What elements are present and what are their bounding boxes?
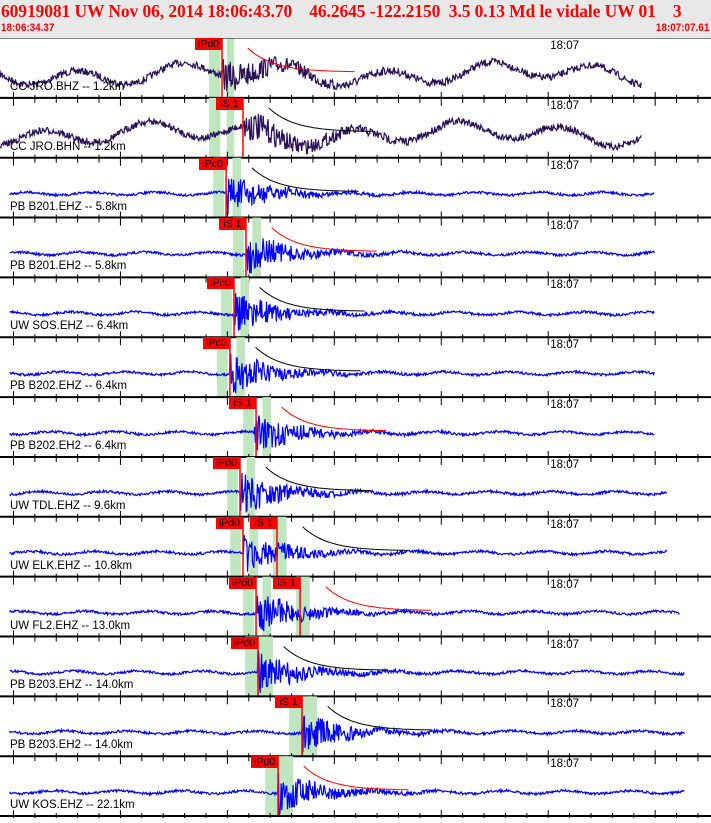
minute-marker: 18:07	[550, 638, 579, 651]
coda-curve	[271, 227, 377, 252]
pick-flag[interactable]: iS 1	[275, 696, 303, 709]
minute-marker: 18:07	[550, 399, 579, 412]
pick-flag[interactable]: iS 1	[229, 397, 257, 410]
station-label: PB B202.EH2 -- 6.4km	[10, 439, 127, 452]
station-label: UW KOS.EHZ -- 22.1km	[10, 799, 135, 812]
station-label: UW TDL.EHZ -- 9.6km	[10, 499, 126, 512]
pick-flag[interactable]: iPd0	[230, 636, 258, 649]
minute-marker: 18:07	[550, 99, 579, 112]
station-label: PB B201.EHZ -- 5.8km	[10, 200, 127, 213]
minute-marker: 18:07	[550, 518, 579, 531]
minute-marker: 18:07	[550, 40, 579, 52]
pick-flag[interactable]: iPd0	[212, 456, 240, 469]
minute-marker: 18:07	[550, 339, 579, 352]
pick-flag[interactable]: iPc0	[202, 337, 230, 350]
event-title: 60919081 UW Nov 06, 2014 18:06:43.70 46.…	[1, 1, 682, 21]
seismogram-panel[interactable]: iPd0 18:07 CC JRO.BHZ -- 1.2km iS 1 18:07 CC …	[0, 37, 711, 823]
pick-flag[interactable]: iS 1	[249, 516, 277, 529]
coda-curve	[265, 466, 371, 491]
station-label: PB B201.EH2 -- 5.8km	[10, 260, 127, 273]
pick-flag[interactable]: iS 1	[218, 217, 246, 230]
minute-marker: 18:07	[550, 578, 579, 591]
station-label: PB B203.EHZ -- 14.0km	[10, 679, 134, 692]
coda-curve	[325, 586, 431, 611]
minute-marker: 18:07	[550, 279, 579, 292]
end-time: 18:07:07.61	[655, 22, 709, 34]
station-label: UW SOS.EHZ -- 6.4km	[10, 320, 129, 333]
pick-flag[interactable]: iS 1	[273, 576, 301, 589]
pick-flag[interactable]: iPd0	[195, 38, 223, 50]
minute-marker: 18:07	[550, 219, 579, 232]
station-label: PB B203.EH2 -- 14.0km	[10, 739, 133, 752]
pick-flag[interactable]: iPd0	[251, 756, 279, 769]
coda-curve	[283, 646, 389, 671]
station-label: UW ELK.EHZ -- 10.8km	[10, 559, 133, 572]
station-label: PB B202.EHZ -- 6.4km	[10, 380, 127, 393]
pick-flag[interactable]: iS 1	[215, 97, 243, 110]
minute-marker: 18:07	[550, 698, 579, 711]
pick-flag[interactable]: iPd0	[215, 516, 243, 529]
event-header: 60919081 UW Nov 06, 2014 18:06:43.70 46.…	[0, 0, 711, 38]
coda-curve	[327, 706, 433, 731]
pick-flag[interactable]: iPc0	[199, 157, 227, 170]
pick-flag[interactable]: iPc0	[207, 277, 234, 290]
station-label: UW FL2.EHZ -- 13.0km	[10, 619, 131, 632]
minute-marker: 18:07	[550, 458, 579, 471]
pick-flag[interactable]: iPd0	[229, 576, 257, 589]
start-time: 18:06:34.37	[1, 22, 55, 34]
minute-marker: 18:07	[550, 159, 579, 172]
coda-curve	[303, 765, 409, 791]
waveform-canvas[interactable]	[0, 37, 711, 823]
station-label: CC JRO.BHN -- 1.2km	[10, 140, 126, 153]
station-label: CC JRO.BHZ -- 1.2km	[10, 80, 125, 93]
coda-curve	[302, 526, 408, 551]
minute-marker: 18:07	[550, 758, 579, 771]
